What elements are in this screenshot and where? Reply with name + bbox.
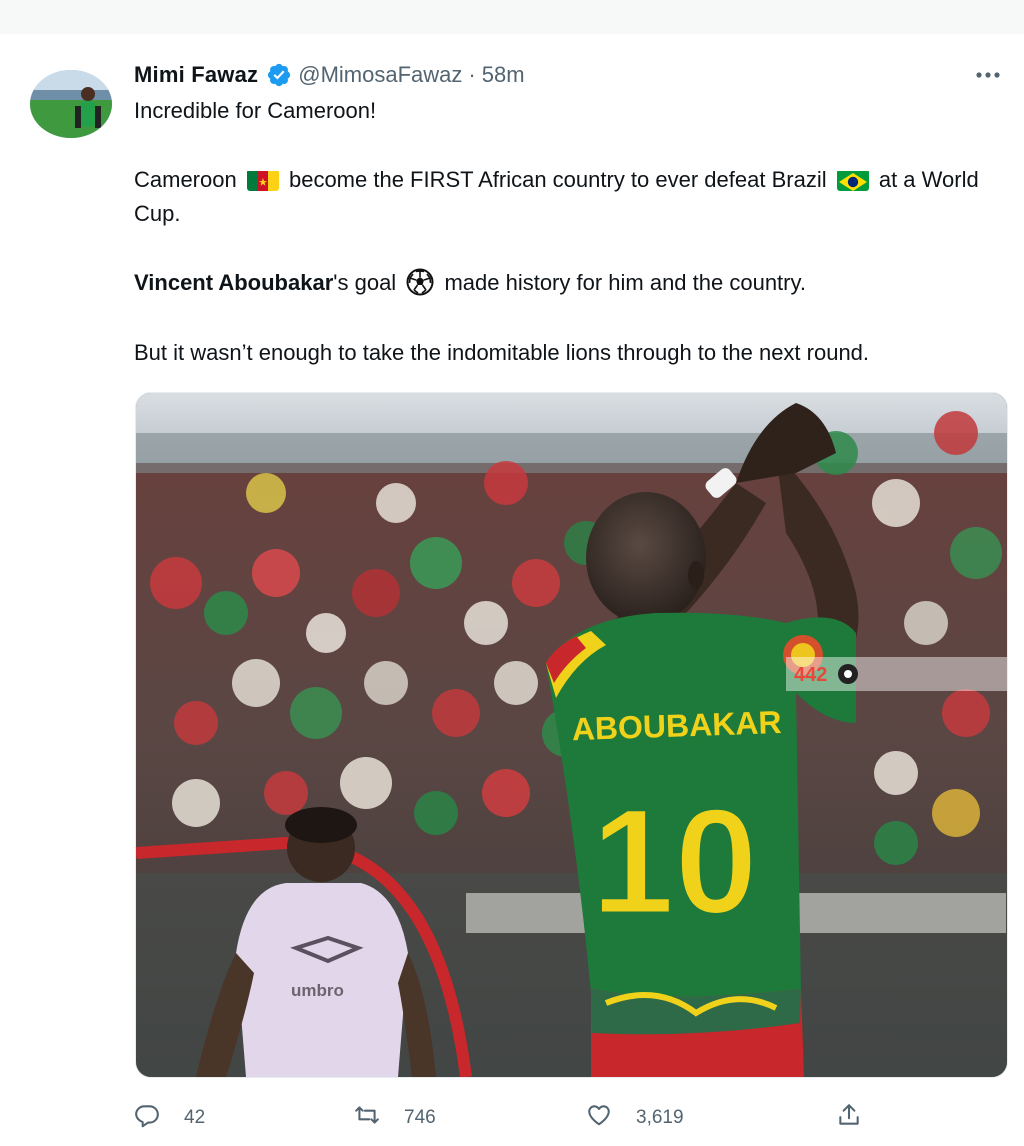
text-segment: made history for him and the country. <box>444 270 806 295</box>
jersey-name: ABOUBAKAR <box>571 704 782 747</box>
verified-badge-icon <box>266 62 292 88</box>
reply-count: 42 <box>184 1107 206 1128</box>
retweet-button[interactable]: 746 <box>354 1100 436 1136</box>
tweet-card[interactable]: Mimi Fawaz @MimosaFawaz · 58m Incredible… <box>0 34 1024 1146</box>
tweet-photo[interactable]: umbro ABOUBAKAR 10 442 <box>135 392 1008 1078</box>
like-count: 3,619 <box>636 1107 684 1128</box>
tweet-text-paragraph3: Vincent Aboubakar's goal made history fo… <box>134 266 1009 300</box>
avatar[interactable] <box>30 70 112 138</box>
reply-icon <box>134 1102 160 1134</box>
watermark-text: 442 <box>794 664 827 686</box>
flag-brazil-icon <box>836 169 869 191</box>
text-bold-name: Vincent Aboubakar <box>134 270 334 295</box>
author-handle[interactable]: @MimosaFawaz <box>298 62 462 88</box>
action-bar: 42 746 3,619 <box>134 1100 874 1136</box>
top-strip <box>0 0 1024 35</box>
soccer-ball-icon <box>406 268 434 296</box>
opponent-kit-text: umbro <box>291 981 344 1000</box>
heart-icon <box>586 1102 612 1134</box>
reply-button[interactable]: 42 <box>134 1100 205 1136</box>
like-button[interactable]: 3,619 <box>586 1100 684 1136</box>
share-icon <box>836 1102 862 1134</box>
ellipsis-icon[interactable] <box>972 62 1004 88</box>
tweet-text-line1: Incredible for Cameroon! <box>134 98 377 123</box>
retweet-icon <box>354 1102 380 1134</box>
flag-cameroon-icon <box>246 169 279 191</box>
share-button[interactable] <box>836 1100 862 1136</box>
tweet-header: Mimi Fawaz @MimosaFawaz · 58m <box>134 60 525 90</box>
text-segment: 's goal <box>333 270 397 295</box>
tweet-text-paragraph4: But it wasn’t enough to take the indomit… <box>134 340 870 365</box>
jersey-number: 10 <box>591 777 758 945</box>
text-segment: Cameroon <box>134 167 237 192</box>
text-segment: become the FIRST African country to ever… <box>288 167 827 192</box>
tweet-timestamp[interactable]: 58m <box>482 62 525 88</box>
tweet-text-paragraph2: Cameroon become the FIRST African countr… <box>134 163 1009 231</box>
author-name[interactable]: Mimi Fawaz <box>134 62 258 88</box>
separator-dot: · <box>468 62 476 87</box>
retweet-count: 746 <box>404 1107 436 1128</box>
